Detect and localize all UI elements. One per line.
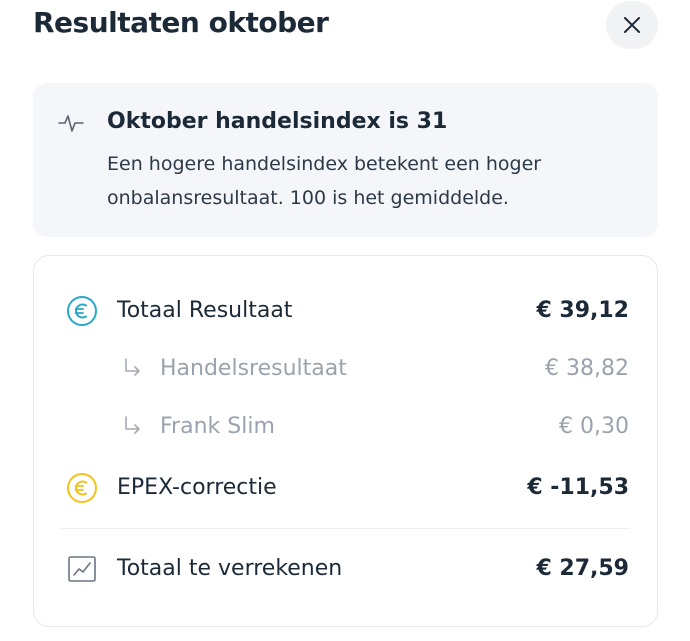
chart-trend-icon xyxy=(68,556,96,582)
sub-arrow-icon xyxy=(125,358,140,376)
total-result-value: € 39,12 xyxy=(536,298,629,323)
epex-correction-value: € -11,53 xyxy=(527,475,629,500)
epex-correction-row: EPEX-correctie € -11,53 xyxy=(34,468,657,508)
epex-correction-label: EPEX-correctie xyxy=(117,475,277,500)
total-result-label: Totaal Resultaat xyxy=(117,298,293,323)
sub-arrow-icon xyxy=(125,416,140,434)
activity-pulse-icon xyxy=(58,115,84,132)
settlement-label: Totaal te verrekenen xyxy=(117,556,343,581)
euro-circle-icon xyxy=(67,473,97,503)
frank-slim-row: Frank Slim € 0,30 xyxy=(34,407,657,447)
euro-circle-icon xyxy=(67,296,97,326)
results-card: Totaal Resultaat € 39,12 Handelsresultaa… xyxy=(33,255,658,627)
close-icon xyxy=(624,17,640,33)
trading-result-value: € 38,82 xyxy=(545,356,629,381)
trading-result-row: Handelsresultaat € 38,82 xyxy=(34,349,657,389)
trading-index-description: Een hogere handelsindex betekent een hog… xyxy=(107,153,542,209)
page-title: Resultaten oktober xyxy=(33,6,329,39)
close-button[interactable] xyxy=(606,1,658,49)
trading-result-label: Handelsresultaat xyxy=(160,356,347,381)
settlement-row: Totaal te verrekenen € 27,59 xyxy=(34,549,657,589)
divider xyxy=(61,528,630,529)
frank-slim-value: € 0,30 xyxy=(559,414,629,439)
frank-slim-label: Frank Slim xyxy=(160,414,275,439)
total-result-row: Totaal Resultaat € 39,12 xyxy=(34,291,657,331)
trading-index-info: Oktober handelsindex is 31 Een hogere ha… xyxy=(33,83,658,237)
trading-index-heading: Oktober handelsindex is 31 xyxy=(107,109,448,134)
settlement-value: € 27,59 xyxy=(536,556,629,581)
